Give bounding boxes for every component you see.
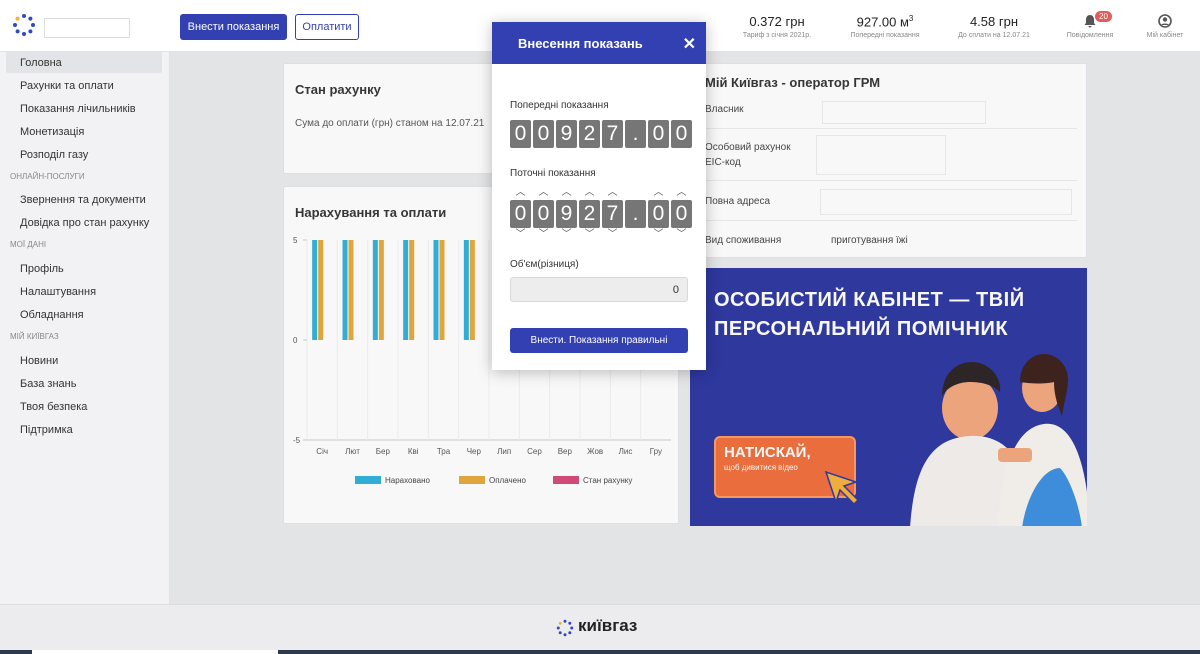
sidebar-section-online: ОНЛАЙН-ПОСЛУГИ — [10, 172, 85, 181]
footer-brand: київгаз — [578, 616, 638, 635]
sidebar-item-equipment[interactable]: Обладнання — [20, 309, 84, 321]
chevron-up-icon[interactable]: ︿ — [648, 188, 669, 198]
chevron-down-icon[interactable]: ﹀ — [533, 230, 554, 240]
pay-button[interactable]: Оплатити — [295, 14, 359, 40]
notification-count-badge: 20 — [1095, 11, 1112, 22]
amount-due-value: 4.58 грн — [969, 14, 1019, 29]
chevron-up-icon[interactable]: ︿ — [671, 188, 692, 198]
notifications-label: Повідомлення — [1066, 32, 1114, 39]
chevron-down-icon[interactable]: ﹀ — [579, 230, 600, 240]
footer: київгаз — [0, 604, 1200, 650]
previous-readings-stat: 927.00 м3 Попередні показання — [835, 14, 935, 39]
sidebar-item-home[interactable]: Головна — [6, 52, 162, 73]
meter-digit[interactable]: 2 — [579, 200, 600, 228]
footer-logo-icon — [556, 619, 574, 637]
sidebar-item-safety[interactable]: Твоя безпека — [20, 401, 87, 413]
redacted-logo-area — [44, 18, 130, 38]
decrement-arrows: ﹀﹀﹀﹀﹀﹀﹀﹀ — [510, 230, 694, 240]
chevron-up-icon[interactable]: ︿ — [556, 188, 577, 198]
my-cabinet[interactable]: Мій кабінет — [1140, 11, 1190, 39]
previous-readings-value: 927.00 м3 — [856, 14, 914, 30]
sidebar-item-knowledge-base[interactable]: База знань — [20, 378, 76, 390]
sidebar-section-kyivgaz: МІЙ КИЇВГАЗ — [10, 332, 59, 341]
sidebar-item-account-certificate[interactable]: Довідка про стан рахунку — [20, 217, 149, 229]
chevron-down-icon[interactable]: ﹀ — [671, 230, 692, 240]
tariff-value: 0.372 грн — [749, 14, 805, 29]
modal-title: Внесення показань — [518, 36, 643, 51]
current-readings-label: Поточні показання — [510, 168, 596, 179]
sidebar-item-support[interactable]: Підтримка — [20, 424, 73, 436]
amount-due-label: До сплати на 12.07.21 — [958, 32, 1030, 39]
meter-digit[interactable]: 0 — [510, 200, 531, 228]
current-readings-digits: 00927.00 — [510, 200, 694, 228]
meter-digit[interactable]: 7 — [602, 200, 623, 228]
taskbar-window — [32, 650, 278, 654]
chevron-up-icon[interactable]: ︿ — [602, 188, 623, 198]
chevron-down-icon[interactable]: ﹀ — [648, 230, 669, 240]
readings-modal: Внесення показань ✕ Попередні показання … — [492, 22, 706, 370]
chevron-up-icon[interactable]: ︿ — [510, 188, 531, 198]
decimal-point: . — [625, 200, 646, 228]
os-taskbar — [0, 650, 1200, 654]
confirm-readings-button[interactable]: Внести. Показання правильні — [510, 328, 688, 353]
sidebar-item-bills[interactable]: Рахунки та оплати — [20, 80, 114, 92]
meter-digit[interactable]: 0 — [533, 200, 554, 228]
meter-digit[interactable]: 0 — [671, 200, 692, 228]
sidebar-item-requests[interactable]: Звернення та документи — [20, 194, 146, 206]
meter-digit: 9 — [556, 120, 577, 148]
submit-readings-button[interactable]: Внести показання — [180, 14, 287, 40]
chevron-down-icon[interactable]: ﹀ — [602, 230, 623, 240]
meter-digit: 0 — [671, 120, 692, 148]
meter-digit: 7 — [602, 120, 623, 148]
sidebar-item-gas-distribution[interactable]: Розподіл газу — [20, 149, 88, 161]
previous-readings-label: Попередні показання — [510, 100, 609, 111]
previous-readings-label: Попередні показання — [850, 32, 920, 40]
volume-label: Об'єм(різниця) — [510, 259, 579, 270]
previous-readings-digits: 00927.00 — [510, 120, 694, 148]
meter-digit: 0 — [533, 120, 554, 148]
sidebar-item-profile[interactable]: Профіль — [20, 263, 64, 275]
meter-digit: 0 — [510, 120, 531, 148]
chevron-down-icon[interactable]: ﹀ — [510, 230, 531, 240]
chevron-up-icon[interactable]: ︿ — [533, 188, 554, 198]
user-icon — [1158, 14, 1172, 28]
increment-arrows: ︿︿︿︿︿︿︿︿ — [510, 188, 694, 198]
sidebar-item-settings[interactable]: Налаштування — [20, 286, 96, 298]
meter-digit[interactable]: 0 — [648, 200, 669, 228]
sidebar-item-monetization[interactable]: Монетизація — [20, 126, 84, 138]
meter-digit: 2 — [579, 120, 600, 148]
sidebar-section-my-data: МОЇ ДАНІ — [10, 240, 47, 249]
tariff-stat: 0.372 грн Тариф з січня 2021р. — [727, 14, 827, 39]
decimal-point: . — [625, 120, 646, 148]
meter-digit[interactable]: 9 — [556, 200, 577, 228]
meter-digit: 0 — [648, 120, 669, 148]
tariff-label: Тариф з січня 2021р. — [742, 32, 812, 39]
modal-header: Внесення показань ✕ — [492, 22, 706, 64]
notifications[interactable]: 20 Повідомлення — [1060, 11, 1120, 39]
sidebar-item-readings[interactable]: Показання лічильників — [20, 103, 136, 115]
volume-field[interactable]: 0 — [510, 277, 688, 302]
sidebar: Головна Рахунки та оплати Показання лічи… — [0, 52, 170, 604]
sidebar-item-news[interactable]: Новини — [20, 355, 58, 367]
chevron-up-icon[interactable]: ︿ — [579, 188, 600, 198]
chevron-down-icon[interactable]: ﹀ — [556, 230, 577, 240]
close-icon[interactable]: ✕ — [683, 34, 696, 54]
amount-due-stat: 4.58 грн До сплати на 12.07.21 — [944, 14, 1044, 39]
my-cabinet-label: Мій кабінет — [1146, 32, 1184, 39]
kyivgaz-logo-icon[interactable] — [12, 13, 36, 37]
